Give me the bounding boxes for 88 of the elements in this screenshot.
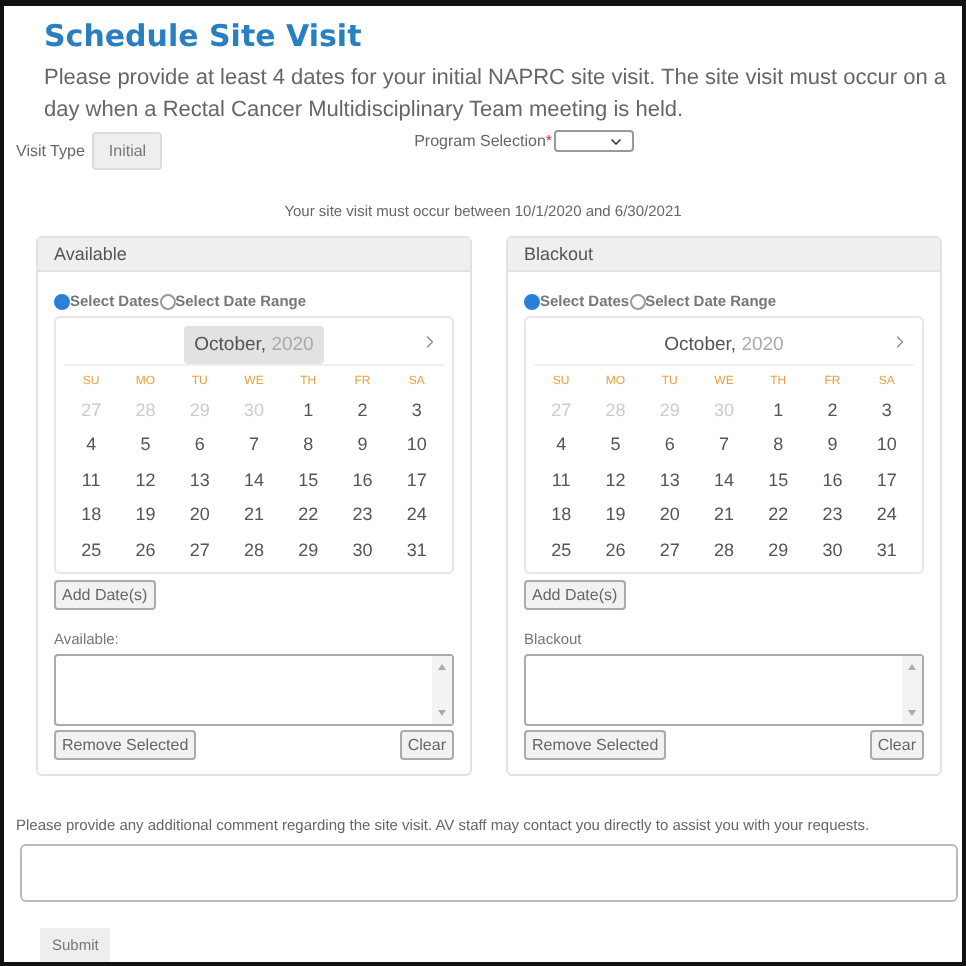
calendar-day[interactable]: 24 [859,498,914,534]
chevron-down-icon [608,133,625,149]
calendar-day[interactable]: 12 [118,463,173,499]
calendar-day[interactable]: 14 [226,463,282,499]
calendar-day[interactable]: 9 [335,428,390,464]
calendar-day[interactable]: 21 [226,498,282,534]
calendar-day[interactable]: 12 [588,463,643,499]
calendar-day[interactable]: 13 [172,463,227,499]
calendar-day[interactable]: 16 [805,463,860,499]
calendar-day[interactable]: 11 [534,463,589,499]
radio-button[interactable] [54,293,70,309]
dates-listbox[interactable] [54,653,454,726]
program-select[interactable] [554,130,635,152]
calendar-day[interactable]: 22 [281,498,336,534]
calendar-day[interactable]: 18 [64,498,119,534]
remove-selected-button[interactable]: Remove Selected [54,729,197,760]
radio-button[interactable] [159,293,176,309]
calendar-day[interactable]: 31 [389,533,444,568]
calendar-day[interactable]: 30 [335,533,390,568]
dates-listbox[interactable] [524,653,924,726]
calendar-day[interactable]: 5 [588,428,643,464]
calendar-day[interactable]: 1 [281,394,336,429]
calendar-day[interactable]: 4 [64,428,119,464]
month-button[interactable]: October, 2020 [184,325,324,363]
radio-button[interactable] [524,293,540,309]
clear-button[interactable]: Clear [869,729,924,760]
calendar-day[interactable]: 31 [859,533,914,568]
page-title: Schedule Site Visit [44,18,364,54]
calendar-day[interactable]: 1 [751,394,806,429]
visit-type-label: Visit Type [16,142,85,160]
calendar-day[interactable]: 28 [696,533,752,568]
calendar-day[interactable]: 19 [118,498,173,534]
calendar-day[interactable]: 8 [281,428,336,464]
panel-title: Available [38,238,470,272]
comment-field[interactable] [20,844,958,902]
calendar-day[interactable]: 28 [226,533,282,568]
clear-button[interactable]: Clear [399,729,454,760]
calendar-day[interactable]: 21 [696,498,752,534]
calendar-day[interactable]: 10 [389,428,444,464]
calendar-day[interactable]: 29 [281,533,336,568]
calendar-day[interactable]: 17 [859,463,914,499]
calendar-day[interactable]: 27 [172,533,227,568]
calendar-day[interactable]: 3 [389,394,444,429]
calendar-day[interactable]: 17 [389,463,444,499]
calendar-day[interactable]: 8 [751,428,806,464]
calendar-day[interactable]: 5 [118,428,173,464]
calendar-day[interactable]: 3 [859,394,914,429]
add-dates-button[interactable]: Add Date(s) [524,579,626,610]
calendar-day[interactable]: 18 [534,498,589,534]
calendar-day[interactable]: 14 [696,463,752,499]
calendar-day[interactable]: 26 [588,533,643,568]
calendar-day[interactable]: 6 [172,428,227,464]
calendar-day[interactable]: 7 [226,428,282,464]
scrollbar-icon [432,655,452,724]
calendar-day[interactable]: 9 [805,428,860,464]
panel-title: Blackout [508,238,940,272]
calendar-day[interactable]: 11 [64,463,119,499]
calendar-day[interactable]: 13 [642,463,697,499]
calendar-day[interactable]: 30 [805,533,860,568]
calendar-day[interactable]: 20 [642,498,697,534]
calendar-day[interactable]: 29 [751,533,806,568]
calendar-day[interactable]: 23 [335,498,390,534]
scrollbar-icon [902,655,922,724]
calendar-day[interactable]: 20 [172,498,227,534]
calendar-day[interactable]: 25 [534,533,589,568]
calendar-day[interactable]: 2 [335,394,390,429]
calendar-day[interactable]: 10 [859,428,914,464]
visit-type-value: Initial [92,132,163,170]
calendar-day[interactable]: 23 [805,498,860,534]
calendar-day[interactable]: 26 [118,533,173,568]
calendar-day[interactable]: 4 [534,428,589,464]
calendar-day[interactable]: 15 [281,463,336,499]
calendar-day[interactable]: 16 [335,463,390,499]
calendar-day[interactable]: 22 [751,498,806,534]
calendar-day[interactable]: 2 [805,394,860,429]
intro-text: Please provide at least 4 dates for your initial NAPRC site visit. The site visit must occur on a day when a Rectal Cancer Multidisciplinary Team meeting is held. [44,64,946,126]
radio-button[interactable] [629,293,646,309]
calendar-day[interactable]: 15 [751,463,806,499]
required-mark: * [545,132,553,150]
calendar-day[interactable]: 7 [696,428,752,464]
add-dates-button[interactable]: Add Date(s) [54,579,156,610]
calendar-day[interactable]: 19 [588,498,643,534]
calendar-day[interactable]: 25 [64,533,119,568]
calendar-day[interactable]: 24 [389,498,444,534]
remove-selected-button[interactable]: Remove Selected [524,729,667,760]
program-selection-label: Program Selection [414,132,546,150]
calendar-day[interactable]: 6 [642,428,697,464]
calendar-day[interactable]: 27 [642,533,697,568]
